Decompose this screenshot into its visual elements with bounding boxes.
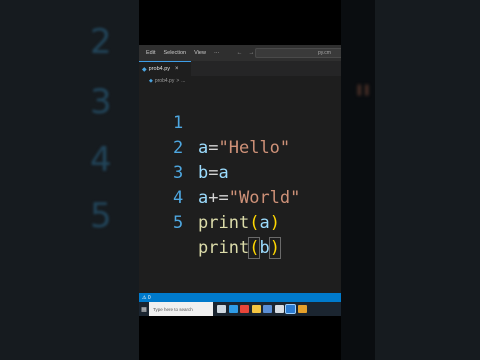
- code-editor-window: Edit Selection View ··· ← → py.cm ◆ prob…: [139, 45, 341, 316]
- mail-icon[interactable]: [274, 305, 284, 313]
- menu-selection[interactable]: Selection: [159, 50, 190, 56]
- token-paren: (: [249, 213, 260, 233]
- taskbar-search-input[interactable]: Type here to search: [149, 302, 213, 316]
- store-icon[interactable]: [263, 305, 272, 313]
- token-function: print: [198, 238, 250, 258]
- python-file-icon: ◆: [149, 78, 153, 84]
- code-line: 5 print(b): [139, 186, 341, 259]
- status-bar: ⚠ 0: [139, 293, 341, 302]
- vscode-icon[interactable]: [285, 304, 296, 314]
- window-title: py.cm: [318, 50, 331, 56]
- code-line: 1 a="Hello": [139, 86, 341, 158]
- menu-bar: Edit Selection View ··· ← → py.cm: [139, 45, 341, 61]
- app-icon[interactable]: [297, 305, 307, 313]
- menu-edit[interactable]: Edit: [139, 50, 159, 56]
- search-placeholder: Type here to search: [153, 306, 193, 312]
- file-explorer-icon[interactable]: [251, 305, 261, 313]
- breadcrumb-rest[interactable]: ...: [181, 78, 185, 84]
- chrome-icon[interactable]: [240, 305, 249, 313]
- token-paren: ): [269, 213, 280, 233]
- close-icon[interactable]: ×: [175, 66, 179, 72]
- background-line-number: 2: [90, 22, 112, 62]
- line-content: print(b): [198, 236, 281, 261]
- line-content: print(a): [198, 211, 280, 236]
- back-arrow-icon[interactable]: ←: [233, 50, 245, 56]
- token-function: print: [198, 213, 250, 233]
- breadcrumb: ◆ prob4.py > ...: [149, 76, 185, 86]
- background-right-panel: ": [341, 0, 480, 360]
- python-file-icon: ◆: [142, 66, 147, 73]
- token-variable: a: [259, 213, 270, 233]
- line-number: 5: [173, 213, 184, 233]
- token-paren-matched: (: [248, 237, 261, 259]
- background-line-number: 3: [90, 82, 112, 122]
- taskbar-app-icons: [217, 304, 309, 314]
- task-view-icon[interactable]: [217, 305, 226, 313]
- background-line-number: 5: [90, 196, 112, 236]
- token-variable: b: [259, 238, 270, 258]
- tab-label: prob4.py: [148, 66, 171, 72]
- tab-bar: ◆ prob4.py ×: [139, 61, 341, 76]
- background-quote: ": [351, 78, 376, 124]
- edge-icon[interactable]: [228, 305, 238, 313]
- breadcrumb-file[interactable]: prob4.py: [155, 78, 174, 84]
- windows-taskbar: ▦ Type here to search: [139, 302, 341, 316]
- windows-start-icon[interactable]: ▦: [139, 302, 149, 316]
- menu-view[interactable]: View: [190, 50, 210, 56]
- background-line-number: 4: [90, 140, 112, 180]
- code-line: 4 print(a): [139, 161, 341, 233]
- code-line: 3 a+="World": [139, 136, 341, 208]
- tab-prob4-py[interactable]: ◆ prob4.py ×: [139, 61, 191, 76]
- code-line: 2 b=a: [139, 111, 341, 183]
- breadcrumb-separator: >: [176, 78, 180, 84]
- background-divider: [341, 0, 375, 360]
- command-center-search[interactable]: py.cm: [255, 48, 341, 58]
- menu-more[interactable]: ···: [210, 50, 224, 56]
- background-left-panel: 2 3 4 5: [0, 0, 139, 360]
- token-paren-matched: ): [268, 237, 281, 259]
- problems-indicator[interactable]: ⚠ 0: [142, 295, 151, 301]
